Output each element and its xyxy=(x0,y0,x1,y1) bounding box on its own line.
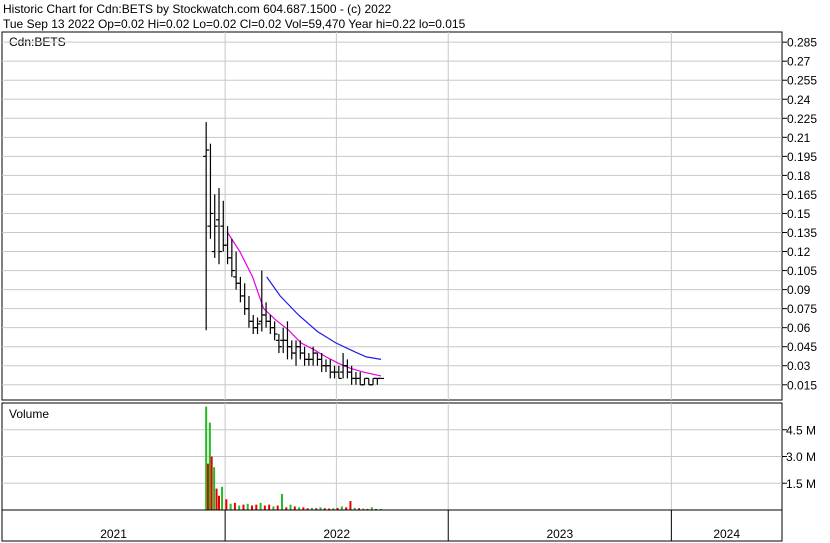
y-tick-label: 0.21 xyxy=(787,131,811,145)
x-tick-label: 2022 xyxy=(323,527,350,541)
x-tick-label: 2021 xyxy=(100,527,127,541)
y-tick-label: 0.015 xyxy=(787,378,817,392)
x-tick-label: 2024 xyxy=(713,527,740,541)
y-tick-label: 0.165 xyxy=(787,188,817,202)
y-tick-label: 0.285 xyxy=(787,36,817,50)
volume-panel-label: Volume xyxy=(9,407,49,421)
chart-title: Historic Chart for Cdn:BETS by Stockwatc… xyxy=(3,2,391,16)
y-tick-label: 0.195 xyxy=(787,150,817,164)
volume-tick-label: 3.0 M xyxy=(786,450,816,464)
y-tick-label: 0.06 xyxy=(787,321,811,335)
y-tick-label: 0.15 xyxy=(787,207,811,221)
y-tick-label: 0.045 xyxy=(787,340,817,354)
x-tick-label: 2023 xyxy=(546,527,573,541)
volume-tick-label: 1.5 M xyxy=(786,477,816,491)
y-tick-label: 0.18 xyxy=(787,169,811,183)
y-tick-label: 0.12 xyxy=(787,245,811,259)
stock-chart: Historic Chart for Cdn:BETS by Stockwatc… xyxy=(0,0,830,543)
y-tick-label: 0.09 xyxy=(787,283,811,297)
y-tick-label: 0.27 xyxy=(787,55,811,69)
y-tick-label: 0.255 xyxy=(787,74,817,88)
y-tick-label: 0.105 xyxy=(787,264,817,278)
quote-summary: Tue Sep 13 2022 Op=0.02 Hi=0.02 Lo=0.02 … xyxy=(3,17,466,31)
y-tick-label: 0.24 xyxy=(787,93,811,107)
y-tick-label: 0.225 xyxy=(787,112,817,126)
volume-tick-label: 4.5 M xyxy=(786,423,816,437)
y-tick-label: 0.075 xyxy=(787,302,817,316)
volume-axis: 4.5 M 3.0 M 1.5 M xyxy=(782,423,816,491)
y-tick-label: 0.135 xyxy=(787,226,817,240)
y-tick-label: 0.03 xyxy=(787,359,811,373)
